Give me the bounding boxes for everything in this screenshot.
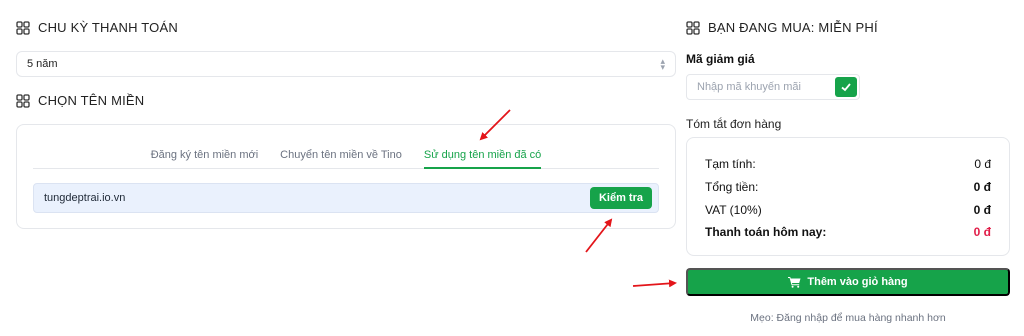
apply-coupon-button[interactable] — [835, 77, 857, 97]
domain-input[interactable]: tungdeptrai.io.vn — [44, 192, 125, 204]
billing-cycle-title: CHU KỲ THANH TOÁN — [38, 20, 178, 35]
summary-label: Tổng tiền: — [705, 180, 759, 194]
coupon-input[interactable] — [687, 81, 833, 93]
chevron-up-down-icon: ▴ ▾ — [660, 56, 665, 72]
tab-use-existing-domain[interactable]: Sử dụng tên miền đã có — [423, 147, 542, 169]
order-summary: Tạm tính: 0 đ Tổng tiền: 0 đ VAT (10%) 0… — [686, 137, 1010, 256]
summary-row-subtotal: Tạm tính: 0 đ — [705, 157, 991, 171]
summary-title: Tóm tắt đơn hàng — [686, 117, 782, 131]
summary-label: Tạm tính: — [705, 157, 756, 171]
grid-icon — [16, 20, 30, 35]
summary-value: 0 đ — [974, 157, 991, 171]
check-icon — [841, 83, 851, 92]
red-arrow — [632, 279, 677, 288]
grid-icon — [686, 20, 700, 35]
summary-label: VAT (10%) — [705, 203, 762, 217]
add-to-cart-label: Thêm vào giỏ hàng — [807, 276, 908, 288]
coupon-field — [686, 74, 860, 100]
tab-register-new-domain[interactable]: Đăng ký tên miền mới — [151, 147, 258, 169]
summary-label: Thanh toán hôm nay: — [705, 225, 827, 239]
summary-value: 0 đ — [973, 225, 991, 239]
domain-title: CHỌN TÊN MIỀN — [38, 93, 145, 108]
domain-card: Đăng ký tên miền mới Chuyển tên miền về … — [16, 124, 676, 229]
order-title: BẠN ĐANG MUA: MIỄN PHÍ — [708, 20, 878, 35]
check-domain-button[interactable]: Kiểm tra — [589, 187, 652, 209]
summary-value: 0 đ — [973, 203, 991, 217]
domain-tabs: Đăng ký tên miền mới Chuyển tên miền về … — [33, 147, 659, 169]
summary-row-total: Tổng tiền: 0 đ — [705, 180, 991, 194]
billing-cycle-heading: CHU KỲ THANH TOÁN — [16, 20, 178, 35]
cart-icon — [788, 277, 801, 288]
add-to-cart-button[interactable]: Thêm vào giỏ hàng — [686, 268, 1010, 296]
billing-period-select[interactable]: 5 năm ▴ ▾ — [16, 51, 676, 77]
domain-input-row: tungdeptrai.io.vn Kiểm tra — [33, 183, 659, 213]
tab-transfer-domain[interactable]: Chuyển tên miền về Tino — [280, 147, 402, 169]
login-tip: Mẹo: Đăng nhập để mua hàng nhanh hơn — [750, 312, 946, 324]
summary-row-vat: VAT (10%) 0 đ — [705, 203, 991, 217]
summary-value: 0 đ — [973, 180, 991, 194]
summary-row-pay-today: Thanh toán hôm nay: 0 đ — [705, 225, 991, 239]
billing-period-value: 5 năm — [27, 58, 58, 70]
coupon-label: Mã giảm giá — [686, 52, 755, 66]
domain-heading: CHỌN TÊN MIỀN — [16, 93, 144, 108]
grid-icon — [16, 93, 30, 108]
order-heading: BẠN ĐANG MUA: MIỄN PHÍ — [686, 20, 878, 35]
